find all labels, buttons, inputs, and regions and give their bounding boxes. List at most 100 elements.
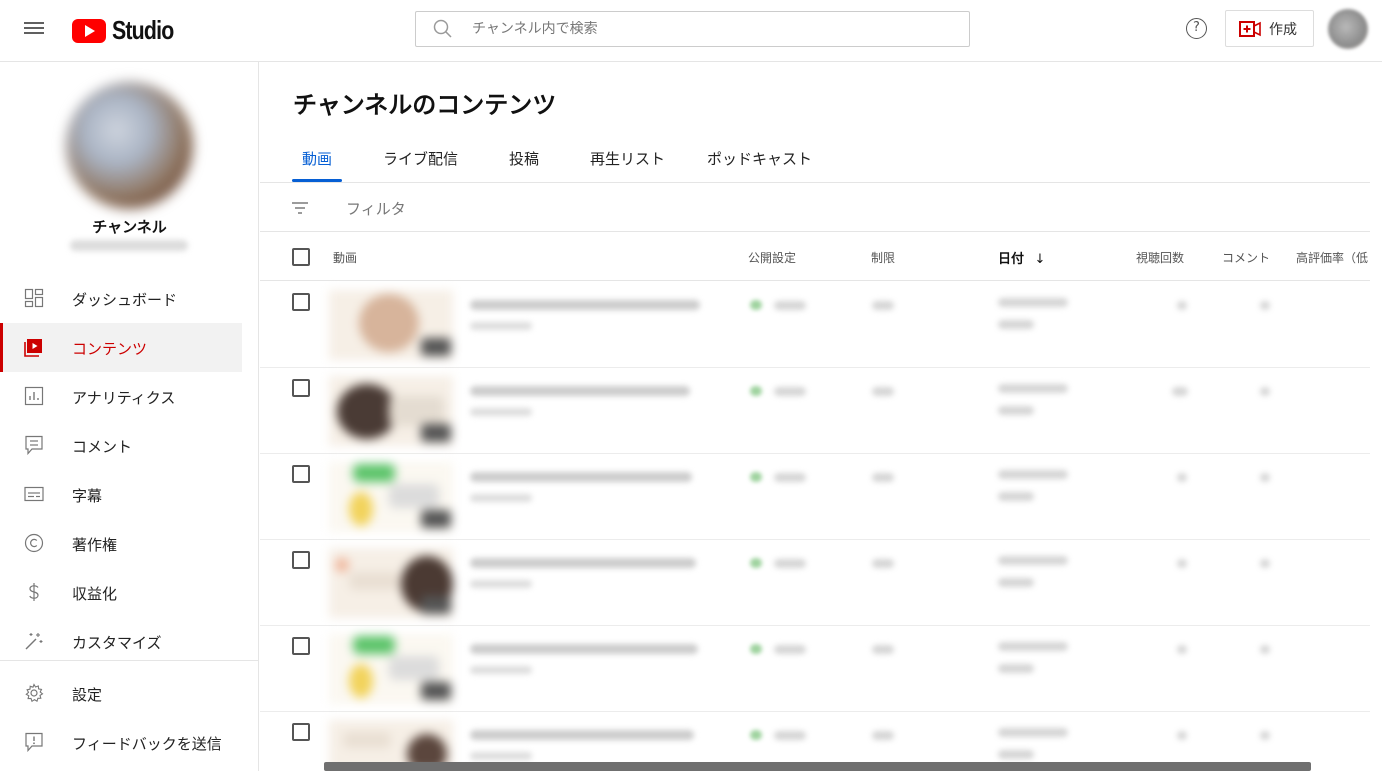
visibility-text-blurred <box>774 301 806 310</box>
sidebar-item-content[interactable]: コンテンツ <box>0 323 242 372</box>
video-title-blurred[interactable] <box>470 558 696 568</box>
date-blurred <box>998 556 1068 565</box>
top-bar: Studio ? 作成 <box>0 0 1382 62</box>
sidebar-item-copyright[interactable]: 著作権 <box>0 519 259 568</box>
views-blurred <box>1177 301 1187 310</box>
comments-blurred <box>1260 559 1270 568</box>
video-thumbnail[interactable] <box>329 634 453 704</box>
column-restrictions[interactable]: 制限 <box>871 249 895 266</box>
video-thumbnail[interactable] <box>329 462 453 532</box>
help-icon[interactable]: ? <box>1186 18 1207 39</box>
video-title-blurred[interactable] <box>470 472 692 482</box>
video-desc-blurred <box>470 408 532 416</box>
search-box[interactable] <box>415 11 970 47</box>
video-title-blurred[interactable] <box>470 730 694 740</box>
comments-blurred <box>1260 387 1270 396</box>
sidebar-nav: ダッシュボード コンテンツ アナリティクス コメント 字幕 著作権 収益化 カス… <box>0 274 259 666</box>
sidebar-item-dashboard[interactable]: ダッシュボード <box>0 274 259 323</box>
account-avatar[interactable] <box>1328 9 1368 49</box>
copyright-icon <box>24 533 44 553</box>
content-tabs: 動画 ライブ配信 投稿 再生リスト ポッドキャスト <box>260 140 1370 183</box>
visibility-text-blurred <box>774 559 806 568</box>
table-row[interactable] <box>260 626 1370 712</box>
visibility-status-blurred <box>750 558 762 568</box>
sidebar-item-settings[interactable]: 設定 <box>0 669 259 718</box>
visibility-status-blurred <box>750 644 762 654</box>
date-sub-blurred <box>998 492 1034 501</box>
menu-icon[interactable] <box>24 19 44 39</box>
horizontal-scrollbar[interactable] <box>324 762 1311 771</box>
views-blurred <box>1177 473 1187 482</box>
column-likes[interactable]: 高評価率（低 <box>1296 249 1368 266</box>
table-row[interactable] <box>260 368 1370 454</box>
studio-logo[interactable]: Studio <box>72 15 187 46</box>
visibility-text-blurred <box>774 387 806 396</box>
row-checkbox[interactable] <box>292 465 310 483</box>
date-blurred <box>998 470 1068 479</box>
sidebar-item-label: カスタマイズ <box>72 634 162 652</box>
date-sub-blurred <box>998 664 1034 673</box>
sidebar-item-label: フィードバックを送信 <box>72 735 222 753</box>
sidebar-item-comments[interactable]: コメント <box>0 421 259 470</box>
video-title-blurred[interactable] <box>470 644 698 654</box>
video-title-blurred[interactable] <box>470 386 690 396</box>
column-visibility[interactable]: 公開設定 <box>748 249 796 266</box>
tab-videos[interactable]: 動画 <box>302 148 332 169</box>
views-blurred <box>1172 387 1188 396</box>
magic-wand-icon <box>25 633 43 650</box>
views-blurred <box>1177 731 1187 740</box>
column-date-label: 日付 <box>998 252 1025 267</box>
row-checkbox[interactable] <box>292 723 310 741</box>
video-desc-blurred <box>470 494 532 502</box>
column-views[interactable]: 視聴回数 <box>1136 249 1184 266</box>
row-checkbox[interactable] <box>292 293 310 311</box>
date-blurred <box>998 728 1068 737</box>
sidebar-item-label: 設定 <box>72 686 103 704</box>
tab-posts[interactable]: 投稿 <box>509 148 539 169</box>
column-date[interactable]: 日付 ↓ <box>998 248 1045 267</box>
comments-blurred <box>1260 301 1270 310</box>
column-comments[interactable]: コメント <box>1222 249 1270 266</box>
table-row[interactable] <box>260 540 1370 626</box>
video-thumbnail[interactable] <box>329 376 453 446</box>
main-content: チャンネルのコンテンツ 動画 ライブ配信 投稿 再生リスト ポッドキャスト フィ… <box>260 62 1382 771</box>
filter-label: フィルタ <box>346 200 406 218</box>
sidebar-item-customize[interactable]: カスタマイズ <box>0 617 259 666</box>
sidebar-item-feedback[interactable]: フィードバックを送信 <box>0 718 259 767</box>
row-checkbox[interactable] <box>292 379 310 397</box>
channel-name: チャンネル <box>92 218 167 236</box>
row-checkbox[interactable] <box>292 551 310 569</box>
filter-icon[interactable] <box>291 199 309 217</box>
tab-playlists[interactable]: 再生リスト <box>590 148 665 169</box>
comments-blurred <box>1260 731 1270 740</box>
sidebar-item-monetization[interactable]: 収益化 <box>0 568 259 617</box>
search-input[interactable] <box>472 21 942 37</box>
analytics-icon <box>24 386 44 406</box>
dollar-icon <box>29 583 39 601</box>
video-thumbnail[interactable] <box>329 290 453 360</box>
date-sub-blurred <box>998 578 1034 587</box>
video-desc-blurred <box>470 322 532 330</box>
tab-podcasts[interactable]: ポッドキャスト <box>707 148 812 169</box>
row-checkbox[interactable] <box>292 637 310 655</box>
restriction-blurred <box>872 731 894 740</box>
visibility-status-blurred <box>750 472 762 482</box>
table-row[interactable] <box>260 454 1370 540</box>
views-blurred <box>1177 645 1187 654</box>
sidebar-item-label: 著作権 <box>72 536 118 554</box>
visibility-status-blurred <box>750 300 762 310</box>
table-row[interactable] <box>260 282 1370 368</box>
video-thumbnail[interactable] <box>329 548 453 618</box>
sidebar-item-subtitles[interactable]: 字幕 <box>0 470 259 519</box>
sidebar-footer-nav: 設定 フィードバックを送信 <box>0 669 259 767</box>
video-title-blurred[interactable] <box>470 300 700 310</box>
filter-bar[interactable]: フィルタ <box>260 184 1370 232</box>
create-button[interactable]: 作成 <box>1225 10 1314 47</box>
youtube-logo-icon <box>72 18 106 43</box>
tab-live[interactable]: ライブ配信 <box>383 148 458 169</box>
sidebar-item-analytics[interactable]: アナリティクス <box>0 372 259 421</box>
channel-avatar[interactable] <box>66 82 193 209</box>
video-desc-blurred <box>470 666 532 674</box>
date-blurred <box>998 642 1068 651</box>
select-all-checkbox[interactable] <box>292 248 310 266</box>
